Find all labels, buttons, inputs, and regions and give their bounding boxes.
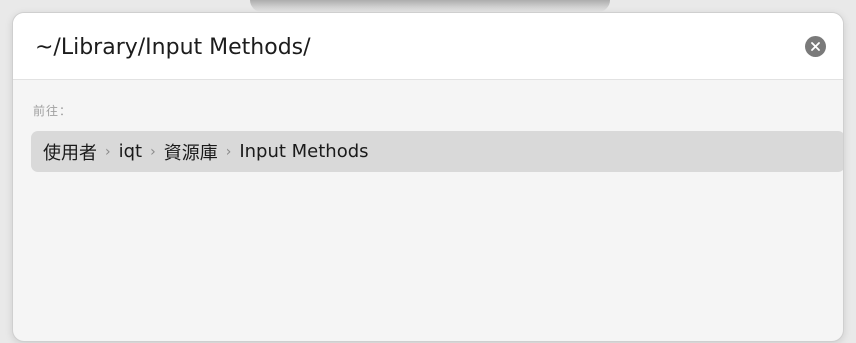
path-separator: › xyxy=(105,143,111,160)
go-to-label: 前往： xyxy=(33,104,73,118)
path-segment-library: 資源庫 xyxy=(163,142,218,164)
path-separator: › xyxy=(225,143,232,160)
path-separator: › xyxy=(150,143,156,160)
xmark-circle-icon xyxy=(811,42,820,51)
path-segment-input-methods: Input Methods xyxy=(239,141,369,162)
path-suggestion-row[interactable]: 使用者 › iqt › 資源庫 › Input Methods xyxy=(31,131,843,172)
window-shadow xyxy=(250,0,610,12)
path-segment-user: iqt xyxy=(118,141,143,162)
path-segment-users: 使用者 xyxy=(43,142,97,164)
go-to-folder-dialog: 前往： 使用者 › iqt › 資源庫 › Input Methods xyxy=(12,12,844,342)
clear-button[interactable] xyxy=(805,36,826,57)
path-bar xyxy=(13,13,843,80)
path-input[interactable] xyxy=(35,29,775,65)
